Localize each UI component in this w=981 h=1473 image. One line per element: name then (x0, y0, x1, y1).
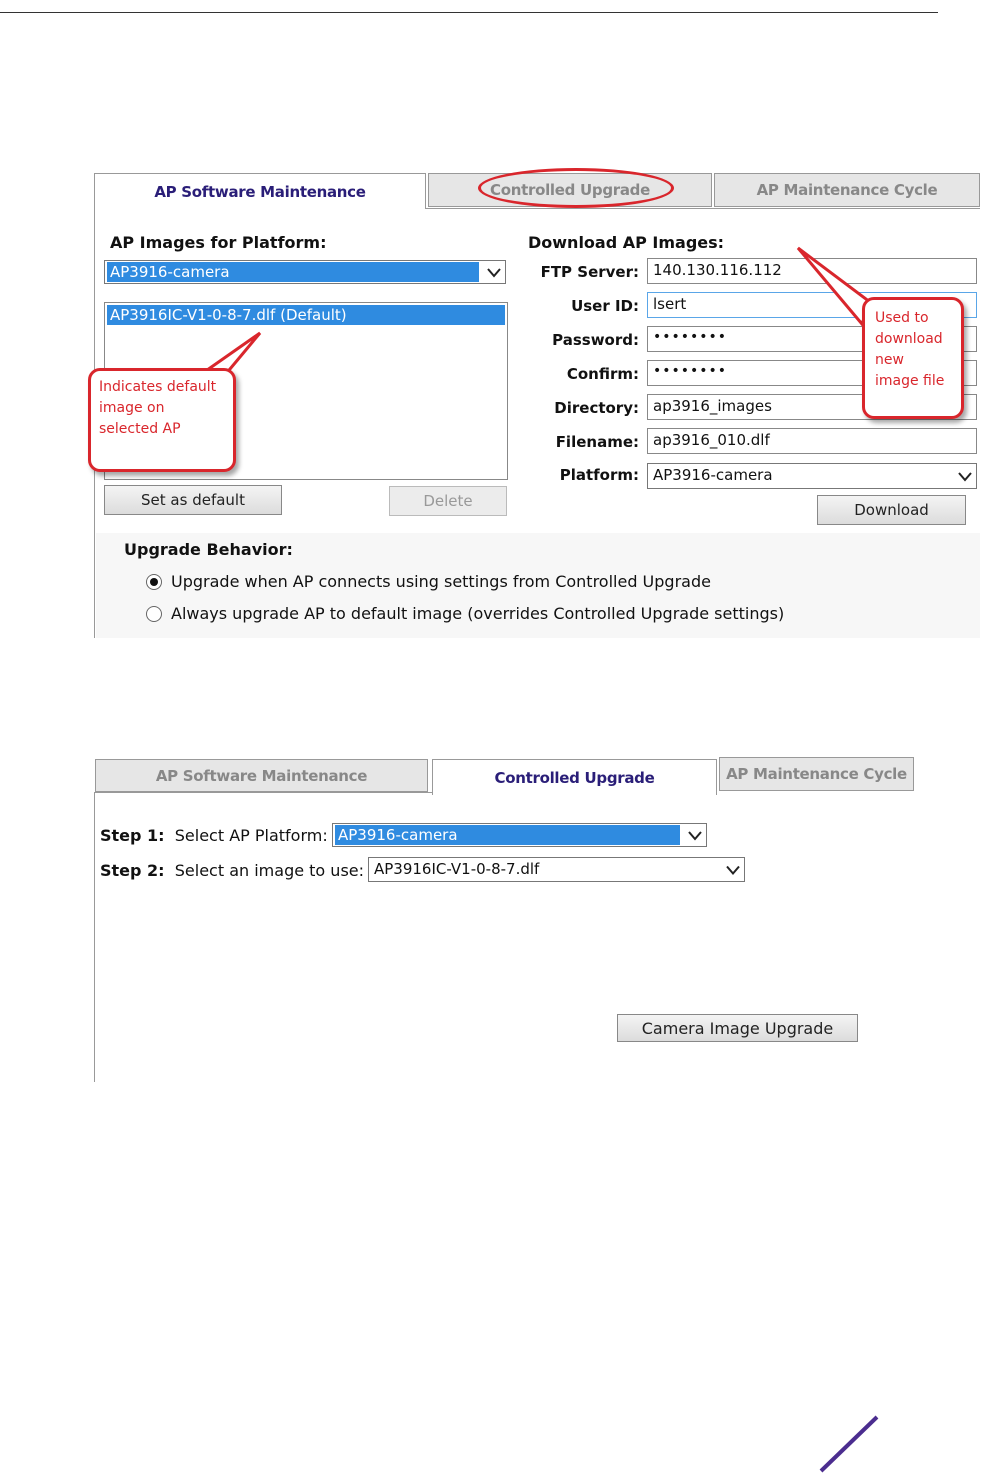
upgrade-option-radio[interactable] (146, 574, 162, 590)
password-label: Password: (552, 331, 639, 349)
tab-ap-software-maintenance[interactable]: AP Software Maintenance (94, 173, 426, 209)
panel-left-border (94, 792, 95, 1082)
step-2-text: Select an image to use: (174, 861, 365, 880)
step-1-prefix: Step 1: (100, 826, 165, 845)
step-1-row: Step 1: Select AP Platform: (100, 826, 328, 845)
user-id-label: User ID: (571, 297, 639, 315)
tab-ap-maintenance-cycle[interactable]: AP Maintenance Cycle (714, 173, 980, 207)
chevron-down-icon (688, 831, 702, 841)
download-platform-value: AP3916-camera (653, 466, 773, 484)
list-item[interactable]: AP3916IC-V1-0-8-7.dlf (Default) (107, 305, 505, 325)
step-2-row: Step 2: Select an image to use: (100, 861, 364, 880)
camera-image-upgrade-button[interactable]: Camera Image Upgrade (617, 1014, 858, 1042)
download-button[interactable]: Download (817, 495, 966, 525)
step-1-text: Select AP Platform: (174, 826, 328, 845)
delete-button[interactable]: Delete (389, 486, 507, 516)
highlight-ellipse (478, 168, 674, 208)
chevron-down-icon (958, 472, 972, 482)
platform-select[interactable]: AP3916-camera (104, 260, 506, 284)
callout-default-image: Indicates default image on selected AP (88, 368, 236, 472)
chevron-down-icon (487, 268, 501, 278)
upgrade-option-label: Upgrade when AP connects using settings … (171, 572, 711, 591)
header-rule (0, 12, 938, 13)
upgrade-option-label: Always upgrade AP to default image (over… (171, 604, 785, 623)
download-platform-select[interactable]: AP3916-camera (647, 463, 977, 489)
images-heading: AP Images for Platform: (110, 233, 327, 252)
download-heading: Download AP Images: (528, 233, 725, 252)
panel-top-border (426, 208, 980, 209)
filename-input[interactable]: ap3916_010.dlf (647, 428, 977, 454)
ftp-server-label: FTP Server: (540, 263, 639, 281)
callout-download: Used to download new image file (862, 297, 964, 419)
confirm-label: Confirm: (566, 365, 639, 383)
filename-label: Filename: (555, 433, 639, 451)
tab-ap-software-maintenance[interactable]: AP Software Maintenance (95, 759, 428, 792)
chevron-down-icon (726, 865, 740, 876)
set-as-default-button[interactable]: Set as default (104, 485, 282, 515)
platform-select-value: AP3916-camera (107, 262, 479, 282)
brand-slash-icon (819, 1415, 879, 1473)
platform-label: Platform: (559, 466, 639, 484)
step-2-prefix: Step 2: (100, 861, 165, 880)
ap-platform-value: AP3916-camera (335, 825, 680, 845)
panel-top-border (94, 792, 432, 793)
directory-label: Directory: (554, 399, 639, 417)
upgrade-behavior-heading: Upgrade Behavior: (124, 540, 293, 559)
image-select[interactable]: AP3916IC-V1-0-8-7.dlf (368, 857, 745, 882)
image-select-value: AP3916IC-V1-0-8-7.dlf (374, 860, 540, 878)
ap-platform-select[interactable]: AP3916-camera (332, 823, 707, 847)
tab-ap-maintenance-cycle[interactable]: AP Maintenance Cycle (719, 757, 914, 791)
upgrade-option-radio[interactable] (146, 606, 162, 622)
tab-controlled-upgrade[interactable]: Controlled Upgrade (432, 759, 717, 795)
